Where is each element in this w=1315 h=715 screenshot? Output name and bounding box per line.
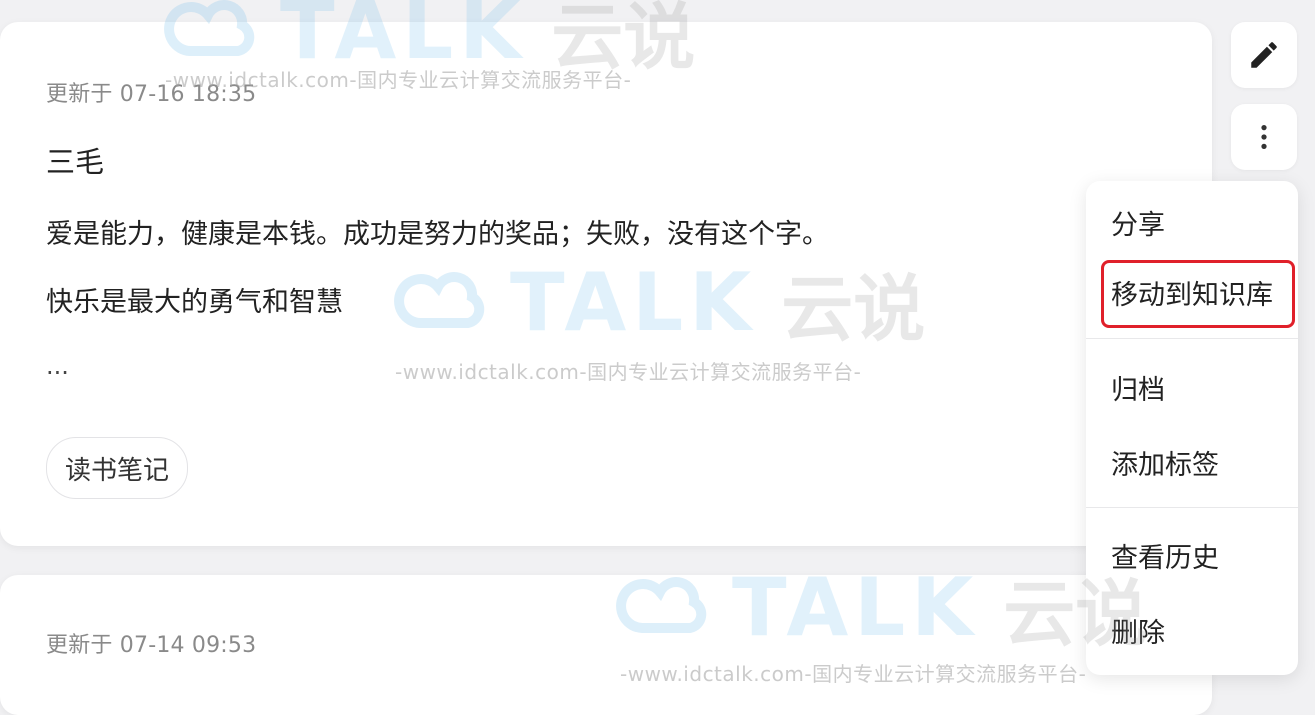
note-card[interactable]: 更新于 07-14 09:53 (0, 575, 1212, 715)
menu-item-delete[interactable]: 删除 (1111, 611, 1165, 650)
context-menu: 分享 移动到知识库 归档 添加标签 查看历史 删除 (1086, 181, 1298, 675)
menu-item-archive[interactable]: 归档 (1111, 368, 1165, 407)
note-ellipsis: ... (46, 352, 69, 380)
menu-item-share[interactable]: 分享 (1111, 203, 1165, 242)
note-content-line: 爱是能力，健康是本钱。成功是努力的奖品；失败，没有这个字。 (46, 219, 829, 250)
more-vertical-icon (1261, 125, 1267, 149)
menu-divider (1086, 507, 1298, 508)
menu-item-move-to-knowledge-base[interactable]: 移动到知识库 (1111, 273, 1273, 312)
updated-time: 更新于 07-14 09:53 (46, 633, 257, 658)
updated-time: 更新于 07-16 18:35 (46, 82, 257, 107)
edit-button[interactable] (1231, 22, 1297, 88)
menu-item-add-tag[interactable]: 添加标签 (1111, 443, 1219, 482)
note-title: 三毛 (46, 145, 105, 179)
pencil-icon (1251, 42, 1277, 68)
menu-item-view-history[interactable]: 查看历史 (1111, 536, 1219, 575)
more-options-button[interactable] (1231, 104, 1297, 170)
tag-chip[interactable]: 读书笔记 (46, 437, 189, 499)
menu-divider (1086, 338, 1298, 339)
note-card[interactable]: 更新于 07-16 18:35 三毛 爱是能力，健康是本钱。成功是努力的奖品；失… (0, 22, 1212, 546)
note-content-line: 快乐是最大的勇气和智慧 (46, 287, 343, 318)
